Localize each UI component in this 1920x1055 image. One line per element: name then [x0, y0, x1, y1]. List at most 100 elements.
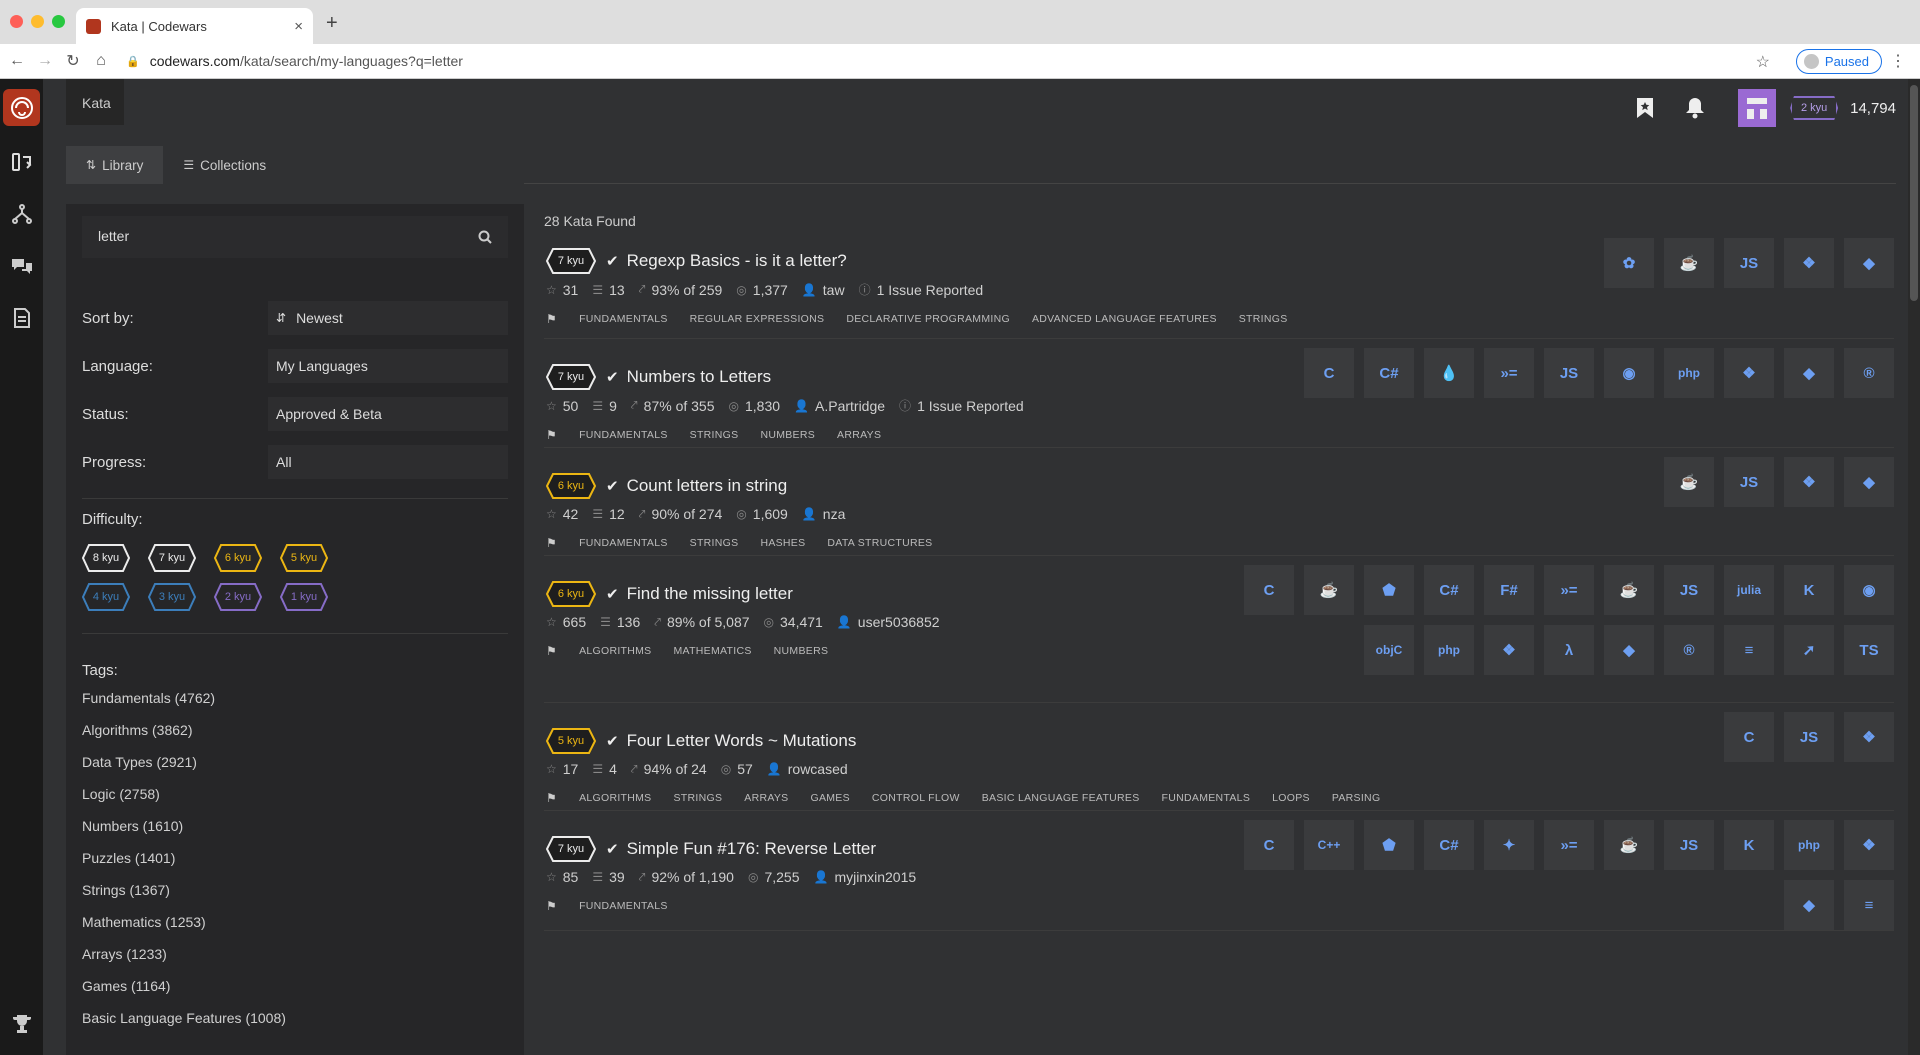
python-icon[interactable]: ❖	[1724, 348, 1774, 398]
fork-nav-icon[interactable]	[0, 188, 43, 240]
tag-filter-item[interactable]: Basic Language Features (1008)	[82, 1010, 508, 1031]
cpp-icon[interactable]: C++	[1304, 820, 1354, 870]
php-icon[interactable]: php	[1664, 348, 1714, 398]
progress-select[interactable]: All	[268, 445, 508, 479]
reload-icon[interactable]: ↻	[62, 51, 84, 71]
language-select[interactable]: My Languages	[268, 349, 508, 383]
kata-tag[interactable]: STRINGS	[1239, 313, 1288, 325]
swift-icon[interactable]: ➚	[1784, 625, 1834, 675]
tab-library[interactable]: ⇅ Library	[66, 146, 164, 184]
tab-collections[interactable]: ☰ Collections	[163, 146, 286, 184]
home-icon[interactable]: ⌂	[90, 52, 112, 70]
php-icon[interactable]: php	[1784, 820, 1834, 870]
kata-title-link[interactable]: Four Letter Words ~ Mutations	[627, 731, 857, 751]
fsharp-icon[interactable]: F#	[1484, 565, 1534, 615]
python-icon[interactable]: ❖	[1844, 820, 1894, 870]
kata-author[interactable]: rowcased	[788, 761, 848, 777]
coffeescript-icon[interactable]: ☕	[1304, 565, 1354, 615]
user-avatar[interactable]	[1738, 89, 1777, 127]
kotlin-icon[interactable]: K	[1784, 565, 1834, 615]
difficulty-option[interactable]: 3 kyu	[148, 583, 196, 611]
breadcrumb[interactable]: Kata	[66, 79, 124, 125]
c-icon[interactable]: C	[1244, 565, 1294, 615]
minimize-window-button[interactable]	[31, 15, 44, 28]
csharp-icon[interactable]: C#	[1424, 820, 1474, 870]
back-icon[interactable]: ←	[6, 52, 28, 70]
difficulty-option[interactable]: 6 kyu	[214, 544, 262, 572]
docs-nav-icon[interactable]	[0, 292, 43, 344]
javascript-icon[interactable]: JS	[1544, 348, 1594, 398]
ruby-icon[interactable]: ◆	[1604, 625, 1654, 675]
profile-paused-button[interactable]: Paused	[1795, 49, 1882, 74]
kata-title-link[interactable]: Regexp Basics - is it a letter?	[627, 251, 847, 271]
maximize-window-button[interactable]	[52, 15, 65, 28]
javascript-icon[interactable]: JS	[1724, 457, 1774, 507]
c-icon[interactable]: C	[1304, 348, 1354, 398]
kata-tag[interactable]: LOOPS	[1272, 792, 1310, 804]
issues-reported[interactable]: 1 Issue Reported	[877, 282, 984, 298]
kata-tag[interactable]: DECLARATIVE PROGRAMMING	[846, 313, 1010, 325]
kata-title-link[interactable]: Find the missing letter	[627, 584, 793, 604]
kata-tag[interactable]: ALGORITHMS	[579, 792, 651, 804]
haskell-icon[interactable]: »=	[1544, 820, 1594, 870]
kata-author[interactable]: myjinxin2015	[834, 869, 916, 885]
bookmark-icon[interactable]	[1620, 97, 1670, 119]
close-window-button[interactable]	[10, 15, 23, 28]
ruby-icon[interactable]: ◆	[1784, 880, 1834, 930]
tag-filter-item[interactable]: Strings (1367)	[82, 882, 508, 903]
ruby-icon[interactable]: ◆	[1844, 238, 1894, 288]
tag-filter-item[interactable]: Games (1164)	[82, 978, 508, 999]
tag-filter-item[interactable]: Arrays (1233)	[82, 946, 508, 967]
kata-tag[interactable]: DATA STRUCTURES	[827, 537, 932, 549]
kata-tag[interactable]: STRINGS	[674, 792, 723, 804]
kata-tag[interactable]: PARSING	[1332, 792, 1381, 804]
java-icon[interactable]: ☕	[1604, 565, 1654, 615]
javascript-icon[interactable]: JS	[1664, 820, 1714, 870]
crystal-icon[interactable]: ✿	[1604, 238, 1654, 288]
haskell-icon[interactable]: »=	[1484, 348, 1534, 398]
page-scrollbar[interactable]	[1908, 79, 1920, 1055]
kata-tag[interactable]: NUMBERS	[760, 429, 815, 441]
difficulty-option[interactable]: 7 kyu	[148, 544, 196, 572]
javascript-icon[interactable]: JS	[1664, 565, 1714, 615]
kata-tag[interactable]: FUNDAMENTALS	[579, 429, 668, 441]
difficulty-option[interactable]: 5 kyu	[280, 544, 328, 572]
kata-tag[interactable]: ADVANCED LANGUAGE FEATURES	[1032, 313, 1217, 325]
rust-icon[interactable]: ®	[1844, 348, 1894, 398]
kata-tag[interactable]: FUNDAMENTALS	[579, 313, 668, 325]
kata-author[interactable]: A.Partridge	[815, 398, 885, 414]
java-icon[interactable]: ☕	[1664, 238, 1714, 288]
search-icon[interactable]	[478, 230, 492, 247]
elixir-icon[interactable]: 💧	[1424, 348, 1474, 398]
rust-icon[interactable]: ®	[1664, 625, 1714, 675]
kata-tag[interactable]: FUNDAMENTALS	[1162, 792, 1251, 804]
kata-tag[interactable]: STRINGS	[690, 537, 739, 549]
tag-filter-item[interactable]: Data Types (2921)	[82, 754, 508, 775]
kata-author[interactable]: nza	[823, 506, 846, 522]
status-select[interactable]: Approved & Beta	[268, 397, 508, 431]
discuss-nav-icon[interactable]	[0, 240, 43, 292]
kotlin-icon[interactable]: K	[1724, 820, 1774, 870]
bookmark-star-icon[interactable]: ☆	[1756, 52, 1770, 72]
elm-icon[interactable]: ✦	[1484, 820, 1534, 870]
haskell-icon[interactable]: »=	[1544, 565, 1594, 615]
kata-title-link[interactable]: Count letters in string	[627, 476, 788, 496]
kata-tag[interactable]: ALGORITHMS	[579, 645, 651, 657]
ruby-icon[interactable]: ◆	[1844, 457, 1894, 507]
kata-title-link[interactable]: Numbers to Letters	[627, 367, 772, 387]
tag-filter-item[interactable]: Mathematics (1253)	[82, 914, 508, 935]
kata-tag[interactable]: GAMES	[810, 792, 849, 804]
python-icon[interactable]: ❖	[1784, 238, 1834, 288]
nasm-icon[interactable]: ◉	[1844, 565, 1894, 615]
ruby-icon[interactable]: ◆	[1784, 348, 1834, 398]
difficulty-option[interactable]: 8 kyu	[82, 544, 130, 572]
tag-filter-item[interactable]: Fundamentals (4762)	[82, 690, 508, 711]
difficulty-option[interactable]: 1 kyu	[280, 583, 328, 611]
difficulty-option[interactable]: 2 kyu	[214, 583, 262, 611]
url-field[interactable]: 🔒 codewars.com/kata/search/my-languages?…	[126, 53, 463, 69]
javascript-icon[interactable]: JS	[1724, 238, 1774, 288]
scala-icon[interactable]: ≡	[1844, 880, 1894, 930]
kata-author[interactable]: taw	[823, 282, 845, 298]
kata-tag[interactable]: ARRAYS	[744, 792, 788, 804]
coffeescript-icon[interactable]: ☕	[1664, 457, 1714, 507]
